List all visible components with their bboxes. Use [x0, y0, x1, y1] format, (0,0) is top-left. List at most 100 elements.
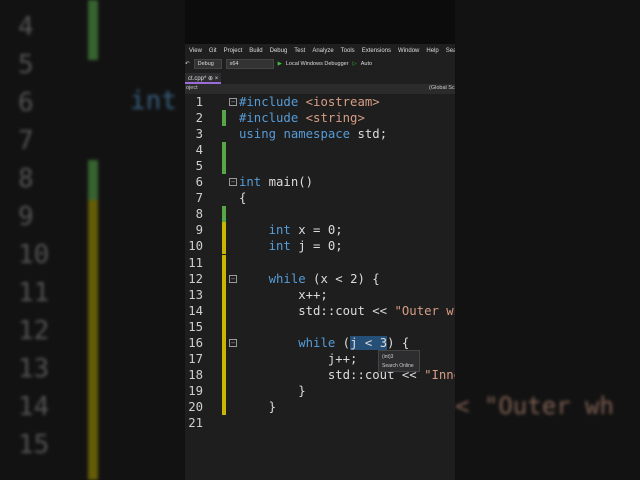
menu-item[interactable]: Test — [294, 48, 305, 54]
line-number: 5 — [195, 159, 203, 174]
line-number: 9 — [195, 223, 203, 238]
project-dropdown[interactable]: oject — [186, 85, 198, 91]
menu-item[interactable]: Project — [224, 48, 243, 54]
change-marker — [222, 350, 226, 367]
line-number: 4 — [195, 143, 203, 158]
platform-select[interactable]: x64 — [225, 59, 274, 69]
change-marker — [222, 302, 226, 319]
collapse-icon[interactable]: − — [229, 338, 237, 347]
tab-bar: ct.cpp* ⊕ × — [185, 72, 455, 84]
change-marker — [222, 398, 226, 415]
code-line[interactable]: 10 int j = 0; — [185, 238, 455, 255]
code-line[interactable]: 16 − while (j < 3) { — [185, 334, 455, 351]
line-number: 17 — [188, 351, 203, 366]
navigation-bar: oject (Global Sc — [185, 84, 455, 94]
change-marker — [222, 382, 226, 399]
undo-icon[interactable]: ↶ — [185, 61, 190, 67]
collapse-icon[interactable]: − — [229, 178, 237, 187]
bg-line-number: 10 — [18, 240, 50, 270]
search-online-link[interactable]: Search Online — [382, 362, 416, 371]
scope-dropdown[interactable]: (Global Sc — [429, 85, 455, 91]
collapse-icon[interactable]: − — [229, 98, 237, 106]
code-line[interactable]: 11 — [185, 254, 455, 271]
code-line[interactable]: 7{ — [185, 190, 455, 206]
code-text: int main() — [239, 175, 314, 190]
code-line[interactable]: 9 int x = 0; — [185, 222, 455, 239]
menu-item[interactable]: Analyze — [312, 48, 333, 54]
code-text: using namespace std; — [239, 127, 388, 142]
menu-item[interactable]: Debug — [270, 48, 288, 54]
code-line[interactable]: 21 — [185, 415, 455, 431]
blurred-background-right: < "Outer wh — [455, 0, 640, 480]
line-number: 12 — [188, 271, 203, 286]
tab-file[interactable]: ct.cpp* ⊕ × — [185, 73, 222, 84]
line-number: 13 — [188, 287, 203, 302]
code-line[interactable]: 2 #include <string> — [185, 110, 455, 127]
code-line[interactable]: 3 using namespace std; — [185, 126, 455, 142]
bg-line-number: 6 — [18, 88, 34, 118]
code-text: std::cout << "Outer wh — [239, 303, 455, 318]
auto-select[interactable]: Auto — [361, 61, 372, 67]
code-text: x++; — [239, 287, 328, 302]
code-line[interactable]: 12 − while (x < 2) { — [185, 270, 455, 287]
menu-item[interactable]: Build — [249, 48, 262, 54]
code-line[interactable]: 4 — [185, 142, 455, 159]
menu-item[interactable]: Window — [398, 48, 419, 54]
code-line[interactable]: 14 std::cout << "Outer wh — [185, 302, 455, 319]
code-line[interactable]: 5 — [185, 158, 455, 175]
code-text: int j = 0; — [268, 239, 343, 254]
menu-item[interactable]: Tools — [341, 48, 355, 54]
menu-item[interactable]: Git — [209, 48, 217, 54]
close-icon[interactable]: × — [215, 76, 219, 82]
collapse-icon[interactable]: − — [229, 274, 237, 283]
change-marker — [222, 270, 226, 287]
pin-icon[interactable]: ⊕ — [208, 76, 213, 82]
change-marker — [222, 254, 226, 271]
code-text: while (j < 3) { — [298, 335, 410, 350]
code-line[interactable]: 1 − #include <iostream> — [185, 94, 455, 110]
code-text: std::cout << "Inne — [239, 367, 455, 382]
play-icon[interactable]: ▶ — [278, 61, 282, 67]
bg-line-number: 8 — [18, 164, 34, 194]
code-text: while (x < 2) { — [268, 271, 380, 286]
bg-line-number: 14 — [18, 392, 50, 422]
change-marker — [222, 318, 226, 335]
code-text: int x = 0; — [268, 223, 343, 238]
play-outline-icon[interactable]: ▷ — [353, 61, 357, 67]
code-line[interactable]: 15 — [185, 318, 455, 335]
menu-item[interactable]: View — [189, 48, 202, 54]
bg-line-number: 4 — [18, 12, 34, 42]
line-number: 19 — [188, 383, 203, 398]
bg-line-number: 9 — [18, 202, 34, 232]
change-marker — [222, 206, 226, 223]
code-line[interactable]: 6 − int main() — [185, 174, 455, 190]
bg-line-number: 15 — [18, 430, 50, 460]
run-debugger-button[interactable]: Local Windows Debugger — [286, 61, 349, 67]
code-line[interactable]: 20 } — [185, 398, 455, 415]
bg-line-number: 13 — [18, 354, 50, 384]
change-marker — [222, 366, 226, 383]
bg-line-number: 11 — [18, 278, 50, 308]
code-line[interactable]: 8 — [185, 206, 455, 223]
bg-line-number: 5 — [18, 50, 34, 80]
line-number: 1 — [195, 95, 203, 109]
change-marker — [222, 286, 226, 303]
code-line[interactable]: 13 x++; — [185, 286, 455, 303]
menu-item[interactable]: Help — [426, 48, 438, 54]
change-marker — [222, 238, 226, 255]
config-select[interactable]: Debug — [193, 59, 222, 69]
line-number: 16 — [188, 335, 203, 350]
toolbar: ↶ Debug x64 ▶ Local Windows Debugger ▷ A… — [185, 57, 455, 71]
change-marker — [222, 158, 226, 175]
line-number: 7 — [195, 191, 203, 206]
code-editor[interactable]: 1− #include <iostream> 2 #include <string> 3… — [185, 94, 455, 480]
code-line[interactable]: 19 } — [185, 382, 455, 399]
line-number: 10 — [188, 239, 203, 254]
menu-item[interactable]: Extensions — [362, 48, 391, 54]
code-text: j++; — [239, 351, 358, 366]
menu-item[interactable]: Sear — [446, 48, 455, 54]
menu-bar: View Git Project Build Debug Test Analyze Tools… — [185, 44, 455, 57]
line-number: 14 — [188, 303, 203, 318]
line-number: 8 — [195, 207, 203, 222]
bg-line-number: 12 — [18, 316, 50, 346]
